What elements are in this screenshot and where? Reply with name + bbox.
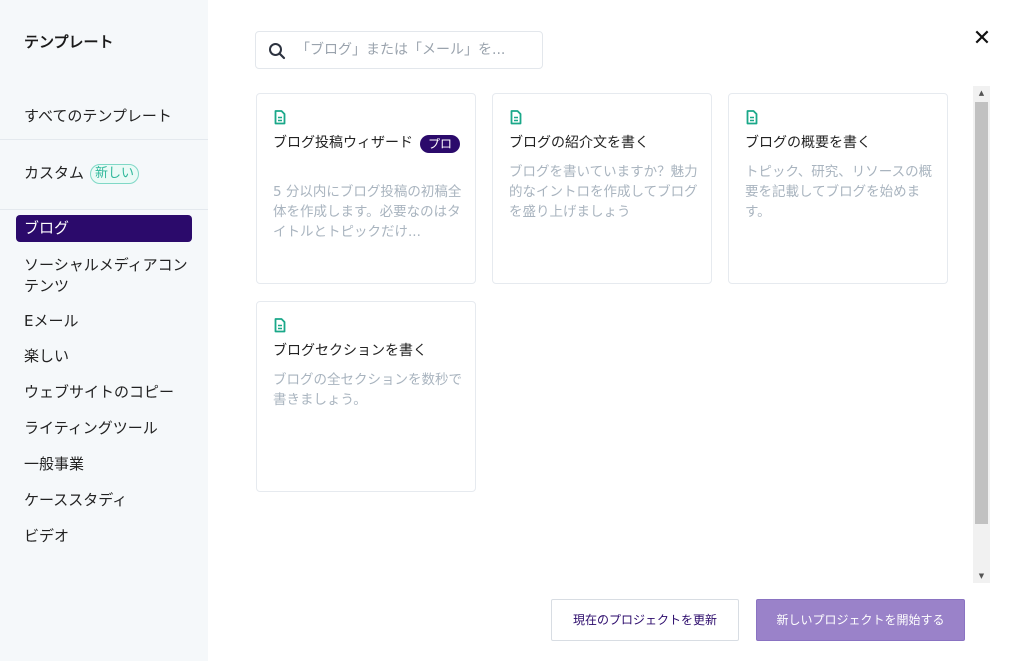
card-description: ブログを書いていますか？魅力的なイントロを作成してブログを盛り上げましょう: [509, 164, 698, 220]
pro-badge: プロ: [420, 135, 461, 153]
sidebar-item-video[interactable]: ビデオ: [24, 526, 69, 546]
search-input[interactable]: [296, 38, 532, 62]
card-description: トピック、研究、リソースの概要を記載してブログを始めます。: [745, 164, 933, 220]
template-card-blog-intro[interactable]: ブログの紹介文を書く ブログを書いていますか？魅力的なイントロを作成してブログを…: [492, 93, 712, 284]
sidebar-item-all-templates[interactable]: すべてのテンプレート: [24, 106, 172, 126]
sidebar-item-label: カスタム: [24, 164, 85, 182]
sidebar-item-case-study[interactable]: ケーススタディ: [24, 490, 127, 510]
scroll-down-arrow-icon[interactable]: ▼: [973, 569, 990, 583]
sidebar-divider: [0, 209, 208, 210]
template-card-blog-post-wizard[interactable]: ブログ投稿ウィザード プロ 5 分以内にブログ投稿の初稿全体を作成します。必要な…: [256, 93, 476, 284]
sidebar-item-website-copy[interactable]: ウェブサイトのコピー: [24, 382, 174, 402]
card-title: ブログセクションを書く: [273, 343, 427, 359]
sidebar-title: テンプレート: [24, 33, 114, 51]
card-description: 5 分以内にブログ投稿の初稿全体を作成します。必要なのはタイトルとトピックだけ.…: [273, 184, 462, 240]
close-icon[interactable]: ✕: [970, 27, 994, 51]
update-project-button[interactable]: 現在のプロジェクトを更新: [551, 599, 739, 641]
new-project-button[interactable]: 新しいプロジェクトを開始する: [756, 599, 965, 641]
sidebar-item-fun[interactable]: 楽しい: [24, 346, 69, 366]
scroll-up-arrow-icon[interactable]: ▲: [973, 86, 990, 100]
new-badge: 新しい: [90, 163, 140, 184]
sidebar-item-email[interactable]: Eメール: [24, 311, 78, 331]
card-title: ブログの紹介文を書く: [509, 135, 649, 151]
search-box: [255, 31, 543, 69]
scrollbar[interactable]: ▲ ▼: [973, 86, 990, 583]
template-card-blog-section[interactable]: ブログセクションを書く ブログの全セクションを数秒で書きましょう。: [256, 301, 476, 492]
card-title: ブログ投稿ウィザード: [273, 135, 413, 151]
card-description: ブログの全セクションを数秒で書きましょう。: [273, 372, 462, 408]
document-icon: [746, 110, 758, 125]
sidebar-item-custom[interactable]: カスタム 新しい: [24, 163, 140, 184]
search-icon: [269, 43, 286, 60]
sidebar-item-writing-tools[interactable]: ライティングツール: [24, 418, 158, 438]
card-title: ブログの概要を書く: [745, 135, 871, 151]
document-icon: [274, 318, 286, 333]
sidebar-item-social-media[interactable]: ソーシャルメディアコンテンツ: [24, 255, 194, 297]
sidebar-item-general-business[interactable]: 一般事業: [24, 454, 84, 474]
sidebar: テンプレート すべてのテンプレート カスタム 新しい ブログ ソーシャルメディアコ…: [0, 0, 208, 661]
document-icon: [510, 110, 522, 125]
template-card-blog-outline[interactable]: ブログの概要を書く トピック、研究、リソースの概要を記載してブログを始めます。: [728, 93, 948, 284]
sidebar-divider: [0, 139, 208, 140]
scroll-thumb[interactable]: [975, 102, 988, 524]
sidebar-item-blog[interactable]: ブログ: [16, 215, 192, 242]
document-icon: [274, 110, 286, 125]
